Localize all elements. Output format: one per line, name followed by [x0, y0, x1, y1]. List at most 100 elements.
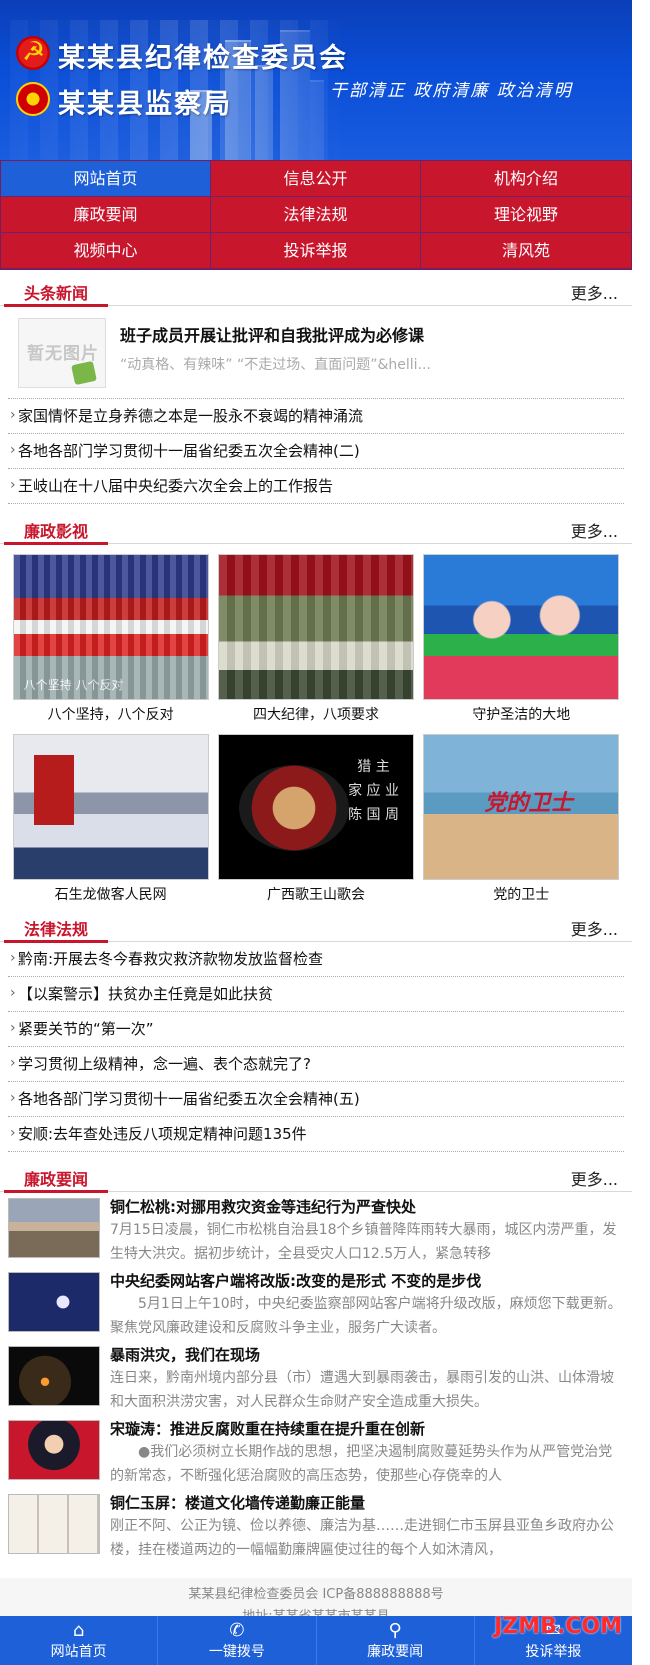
video-thumbnail[interactable]: [423, 734, 620, 880]
phone-icon: ✆: [229, 1620, 245, 1641]
news-summary: 5月1日上午10时，中央纪委监察部网站客户端将升级改版，麻烦您下载更新。 聚焦党…: [110, 1296, 624, 1336]
tab-label: 网站首页: [50, 1644, 107, 1660]
news-item[interactable]: 铜仁松桃:对挪用救灾资金等违纪行为严查快处 7月15日凌晨，铜仁市松桃自治县18…: [8, 1192, 624, 1266]
nav-organization[interactable]: 机构介绍: [421, 161, 631, 197]
video-card[interactable]: 守护圣洁的大地: [419, 554, 624, 730]
party-emblem-icon: [16, 36, 50, 70]
news-title[interactable]: 宋璇涛：推进反腐败重在持续重在提升重在创新: [110, 1418, 624, 1440]
news-item[interactable]: 铜仁玉屏：楼道文化墙传递勤廉正能量 刚正不阿、公正为镜、俭以养德、廉洁为基……走…: [8, 1488, 624, 1562]
home-icon: ⌂: [72, 1620, 85, 1641]
feature-title[interactable]: 班子成员开展让批评和自我批评成为必修课: [120, 322, 600, 346]
headline-list: 家国情怀是立身养德之本是一股永不衰竭的精神涌流 各地各部门学习贯彻十一届省纪委五…: [8, 399, 624, 504]
main-nav: 网站首页 信息公开 机构介绍 廉政要闻 法律法规 理论视野 视频中心 投诉举报 …: [0, 160, 632, 270]
nav-video-center[interactable]: 视频中心: [1, 233, 211, 269]
section-header-laws: 法律法规 更多...: [0, 912, 632, 943]
list-item[interactable]: 紧要关节的“第一次”: [8, 1012, 624, 1047]
list-item[interactable]: 家国情怀是立身养德之本是一股永不衰竭的精神涌流: [8, 399, 624, 434]
video-card[interactable]: 广西歌王山歌会: [213, 734, 418, 910]
list-item[interactable]: 学习贯彻上级精神，念一遍、表个态就完了?: [8, 1047, 624, 1082]
video-thumbnail[interactable]: [423, 554, 620, 700]
video-thumbnail[interactable]: 八个坚持 八个反对: [12, 554, 209, 700]
watermark-logo: JZMB.COM: [494, 1614, 622, 1639]
video-caption[interactable]: 党的卫士: [419, 880, 624, 910]
location-icon: ⚲: [388, 1620, 402, 1641]
section-header-headlines: 头条新闻 更多...: [0, 276, 632, 307]
video-caption[interactable]: 石生龙做客人民网: [8, 880, 213, 910]
footer-copyright: 某某县纪律检查委员会 ICP备888888888号: [188, 1587, 444, 1602]
list-item[interactable]: 安顺:去年查处违反八项规定精神问题135件: [8, 1117, 624, 1152]
laws-list: 黔南:开展去冬今春救灾救济款物发放监督检查 【以案警示】扶贫办主任竟是如此扶贫 …: [8, 942, 624, 1152]
section-underline: [4, 1190, 108, 1193]
page: 某某县纪律检查委员会 某某县监察局 干部清正 政府清廉 政治清明 网站首页 信息…: [0, 0, 632, 1665]
news-item[interactable]: 中央纪委网站客户端将改版:改变的是形式 不变的是步伐 5月1日上午10时，中央纪…: [8, 1266, 624, 1340]
national-emblem-icon: [16, 82, 50, 116]
headline-feature[interactable]: 暂无图片 班子成员开展让批评和自我批评成为必修课 “动真格、有辣味” “不走过场…: [8, 306, 624, 399]
section-header-politics: 廉政要闻 更多...: [0, 1162, 632, 1193]
nav-info-disclosure[interactable]: 信息公开: [211, 161, 421, 197]
more-link[interactable]: 更多...: [571, 916, 618, 940]
section-header-videos: 廉政影视 更多...: [0, 514, 632, 545]
more-link[interactable]: 更多...: [571, 280, 618, 304]
nav-theory[interactable]: 理论视野: [421, 197, 631, 233]
video-thumbnail[interactable]: [217, 554, 414, 700]
tab-call[interactable]: ✆ 一键拨号: [158, 1616, 317, 1665]
video-card[interactable]: 党的卫士: [419, 734, 624, 910]
news-thumbnail[interactable]: [8, 1272, 100, 1332]
feature-summary: “动真格、有辣味” “不走过场、直面问题”&helli...: [120, 357, 431, 373]
section-underline: [4, 542, 108, 545]
video-grid: 八个坚持 八个反对 八个坚持，八个反对 四大纪律，八项要求 守护圣洁的大地 石生…: [0, 544, 632, 910]
site-title: 某某县纪律检查委员会: [58, 43, 348, 74]
tab-label: 投诉举报: [525, 1644, 582, 1660]
image-placeholder-icon: [71, 360, 97, 386]
list-item[interactable]: 王岐山在十八届中央纪委六次全会上的工作报告: [8, 469, 624, 504]
video-card[interactable]: 石生龙做客人民网: [8, 734, 213, 910]
no-image-placeholder: 暂无图片: [18, 318, 106, 388]
section-title: 头条新闻: [24, 284, 89, 303]
section-title: 廉政要闻: [24, 1170, 89, 1189]
news-title[interactable]: 铜仁松桃:对挪用救灾资金等违纪行为严查快处: [110, 1196, 624, 1218]
nav-laws[interactable]: 法律法规: [211, 197, 421, 233]
header-banner: 某某县纪律检查委员会 某某县监察局 干部清正 政府清廉 政治清明: [0, 0, 632, 160]
tab-news[interactable]: ⚲ 廉政要闻: [317, 1616, 475, 1665]
news-thumbnail[interactable]: [8, 1420, 100, 1480]
video-caption[interactable]: 广西歌王山歌会: [213, 880, 418, 910]
nav-qingfeng[interactable]: 清风苑: [421, 233, 631, 269]
section-title: 廉政影视: [24, 522, 89, 541]
video-caption[interactable]: 四大纪律，八项要求: [213, 700, 418, 730]
news-title[interactable]: 暴雨洪灾，我们在现场: [110, 1344, 624, 1366]
politics-news-list: 铜仁松桃:对挪用救灾资金等违纪行为严查快处 7月15日凌晨，铜仁市松桃自治县18…: [8, 1192, 624, 1562]
news-summary: 刚正不阿、公正为镜、俭以养德、廉洁为基……走进铜仁市玉屏县亚鱼乡政府办公楼，挂在…: [110, 1518, 614, 1558]
video-thumbnail[interactable]: [12, 734, 209, 880]
news-title[interactable]: 铜仁玉屏：楼道文化墙传递勤廉正能量: [110, 1492, 624, 1514]
news-title[interactable]: 中央纪委网站客户端将改版:改变的是形式 不变的是步伐: [110, 1270, 624, 1292]
video-thumbnail[interactable]: [217, 734, 414, 880]
video-caption[interactable]: 守护圣洁的大地: [419, 700, 624, 730]
list-item[interactable]: 各地各部门学习贯彻十一届省纪委五次全会精神(五): [8, 1082, 624, 1117]
list-item[interactable]: 黔南:开展去冬今春救灾救济款物发放监督检查: [8, 942, 624, 977]
no-image-text: 暂无图片: [27, 344, 99, 364]
list-item[interactable]: 【以案警示】扶贫办主任竟是如此扶贫: [8, 977, 624, 1012]
news-summary: 连日来，黔南州境内部分县（市）遭遇大到暴雨袭击，暴雨引发的山洪、山体滑坡和大面积…: [110, 1370, 614, 1410]
tab-label: 一键拨号: [208, 1644, 265, 1660]
video-caption[interactable]: 八个坚持，八个反对: [8, 700, 213, 730]
video-card[interactable]: 四大纪律，八项要求: [213, 554, 418, 730]
nav-clean-news[interactable]: 廉政要闻: [1, 197, 211, 233]
news-item[interactable]: 暴雨洪灾，我们在现场 连日来，黔南州境内部分县（市）遭遇大到暴雨袭击，暴雨引发的…: [8, 1340, 624, 1414]
more-link[interactable]: 更多...: [571, 1166, 618, 1190]
news-thumbnail[interactable]: [8, 1198, 100, 1258]
nav-home[interactable]: 网站首页: [1, 161, 211, 197]
news-item[interactable]: 宋璇涛：推进反腐败重在持续重在提升重在创新 ●我们必须树立长期作战的思想，把坚决…: [8, 1414, 624, 1488]
list-item[interactable]: 各地各部门学习贯彻十一届省纪委五次全会精神(二): [8, 434, 624, 469]
tab-home[interactable]: ⌂ 网站首页: [0, 1616, 159, 1665]
news-thumbnail[interactable]: [8, 1494, 100, 1554]
news-thumbnail[interactable]: [8, 1346, 100, 1406]
nav-complaint[interactable]: 投诉举报: [211, 233, 421, 269]
news-summary: ●我们必须树立长期作战的思想，把坚决遏制腐败蔓延势头作为从严管党治党的新常态，不…: [110, 1444, 613, 1484]
site-subtitle: 某某县监察局: [58, 89, 232, 120]
thumbnail-overlay-text: 八个坚持 八个反对: [23, 678, 124, 692]
news-summary: 7月15日凌晨，铜仁市松桃自治县18个乡镇普降阵雨转大暴雨，城区内涝严重，发生特…: [110, 1222, 617, 1262]
video-card[interactable]: 八个坚持 八个反对 八个坚持，八个反对: [8, 554, 213, 730]
more-link[interactable]: 更多...: [571, 518, 618, 542]
slogan: 干部清正 政府清廉 政治清明: [330, 81, 573, 101]
section-underline: [4, 304, 108, 307]
